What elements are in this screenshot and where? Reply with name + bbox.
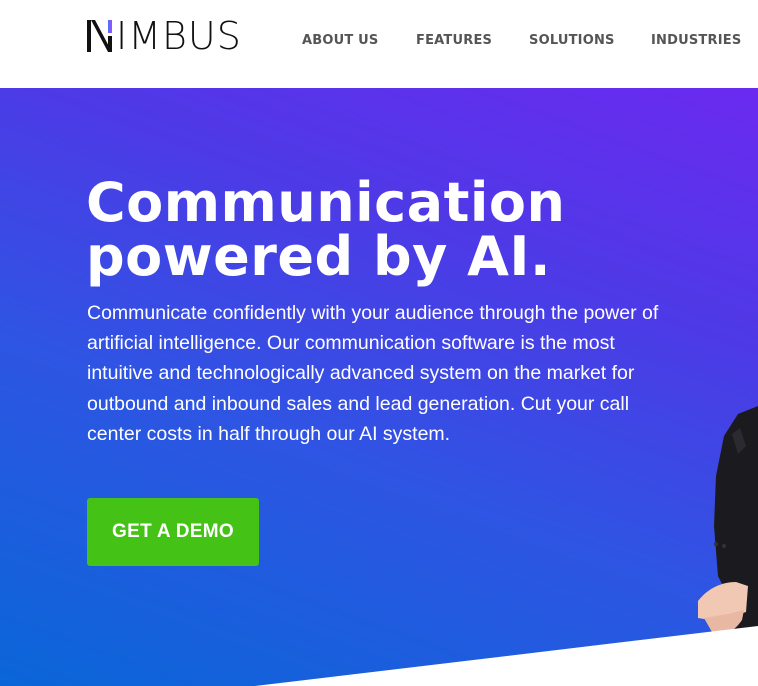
logo-text-rest: IMBUS [116,14,242,58]
nav-solutions[interactable]: SOLUTIONS [529,33,615,48]
logo-wordmark: IMBUS [86,16,242,56]
nav-about-us[interactable]: ABOUT US [302,33,379,48]
hero-title-line-1: Communication [86,171,566,234]
nimbus-logo[interactable]: IMBUS [86,16,242,56]
nav-features[interactable]: FEATURES [416,33,492,48]
site-header: IMBUS ABOUT US FEATURES SOLUTIONS INDUST… [0,0,758,88]
logo-n-mark-icon [87,20,112,52]
hero-title: Communication powered by AI. [86,176,646,284]
hero-title-line-2: powered by AI. [86,225,552,288]
get-a-demo-button[interactable]: GET A DEMO [87,498,259,566]
hero-section: Communication powered by AI. Communicate… [0,88,758,686]
nav-industries[interactable]: INDUSTRIES [651,33,741,48]
hero-description: Communicate confidently with your audien… [87,302,659,445]
hero-bottom-diagonal [255,626,758,686]
